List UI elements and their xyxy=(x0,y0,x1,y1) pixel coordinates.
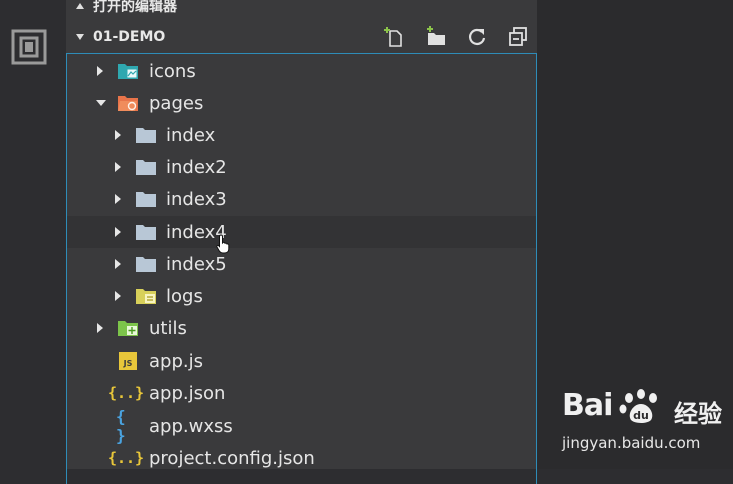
explorer-toolbar xyxy=(365,25,529,49)
chevron-down-icon xyxy=(96,100,106,106)
watermark-url: jingyan.baidu.com xyxy=(562,434,701,452)
open-editors-title: 打开的编辑器 xyxy=(93,0,177,15)
chevron-right-icon xyxy=(115,259,121,269)
tree-item-label: index3 xyxy=(166,188,227,210)
chevron-right-icon xyxy=(115,227,121,237)
tree-item-utils[interactable]: utils xyxy=(67,312,536,344)
tree-item-index5[interactable]: index5 xyxy=(67,248,536,280)
collapse-all-button[interactable] xyxy=(507,26,529,48)
new-file-icon xyxy=(384,27,402,47)
new-file-button[interactable] xyxy=(384,26,406,48)
open-editors-header[interactable]: 打开的编辑器 xyxy=(66,0,537,18)
watermark-logo-suffix: 经验 xyxy=(674,400,722,428)
tree-item-label: index2 xyxy=(166,156,227,178)
logs-folder-icon xyxy=(135,286,157,306)
tree-item-index2[interactable]: index2 xyxy=(67,151,536,183)
collapse-all-icon xyxy=(509,27,527,46)
chevron-right-icon xyxy=(97,66,103,76)
new-folder-button[interactable] xyxy=(425,26,447,48)
wxss-file-icon: { } xyxy=(116,407,126,445)
file-tree: icons pages index index2 index3 index4 i… xyxy=(66,53,537,484)
refresh-icon xyxy=(469,28,486,45)
pages-folder-icon xyxy=(117,93,139,113)
paw-icon: du xyxy=(615,388,669,434)
utils-folder-icon xyxy=(117,318,139,338)
svg-text:JS: JS xyxy=(123,359,133,368)
tree-item-index[interactable]: index xyxy=(67,119,536,151)
baidu-jingyan-watermark: Bai du 经验 jingyan.baidu.com xyxy=(560,388,730,458)
activity-bar xyxy=(0,0,58,469)
tree-item-label: icons xyxy=(149,60,196,82)
chevron-right-icon xyxy=(115,291,121,301)
js-file-icon: JS xyxy=(117,351,139,371)
chevron-right-icon xyxy=(115,130,121,140)
refresh-button[interactable] xyxy=(466,26,488,48)
images-folder-icon xyxy=(117,61,139,81)
project-title: 01-DEMO xyxy=(93,29,166,45)
tree-item-label: project.config.json xyxy=(149,447,315,469)
tree-item-index3[interactable]: index3 xyxy=(67,183,536,215)
tree-item-project-config-json[interactable]: {..} project.config.json xyxy=(67,442,536,474)
collapse-arrow-icon xyxy=(76,3,84,9)
files-icon[interactable] xyxy=(11,29,47,65)
tree-item-label: index xyxy=(166,124,216,146)
tree-item-app-json[interactable]: {..} app.json xyxy=(67,377,536,409)
expand-arrow-icon xyxy=(76,34,84,40)
tree-item-label: logs xyxy=(166,285,203,307)
tree-item-app-js[interactable]: JS app.js xyxy=(67,345,536,377)
new-folder-icon xyxy=(427,26,445,45)
tree-item-pages[interactable]: pages xyxy=(67,87,536,119)
tree-item-label: pages xyxy=(149,92,204,114)
tree-item-label: utils xyxy=(149,317,187,339)
tree-item-label: app.js xyxy=(149,350,203,372)
tree-item-app-wxss[interactable]: { } app.wxss xyxy=(67,407,536,445)
folder-icon xyxy=(135,125,157,145)
tree-item-logs[interactable]: logs xyxy=(67,280,536,312)
json-file-icon: {..} xyxy=(107,449,145,467)
chevron-right-icon xyxy=(115,162,121,172)
tree-item-label: app.json xyxy=(149,382,226,404)
json-file-icon: {..} xyxy=(107,384,145,402)
chevron-right-icon xyxy=(115,194,121,204)
tree-item-label: app.wxss xyxy=(149,415,233,437)
chevron-right-icon xyxy=(97,323,103,333)
explorer-panel: 打开的编辑器 01-DEMO icons pages index index2 … xyxy=(66,0,537,484)
tree-item-index4[interactable]: index4 xyxy=(67,216,536,248)
project-header[interactable]: 01-DEMO xyxy=(66,25,537,49)
watermark-logo-text: Bai xyxy=(562,388,613,423)
folder-icon xyxy=(135,157,157,177)
tree-item-icons[interactable]: icons xyxy=(67,55,536,87)
folder-icon xyxy=(135,189,157,209)
folder-icon xyxy=(135,222,157,242)
hand-cursor-icon xyxy=(216,234,232,258)
svg-text:du: du xyxy=(633,409,649,422)
folder-icon xyxy=(135,254,157,274)
